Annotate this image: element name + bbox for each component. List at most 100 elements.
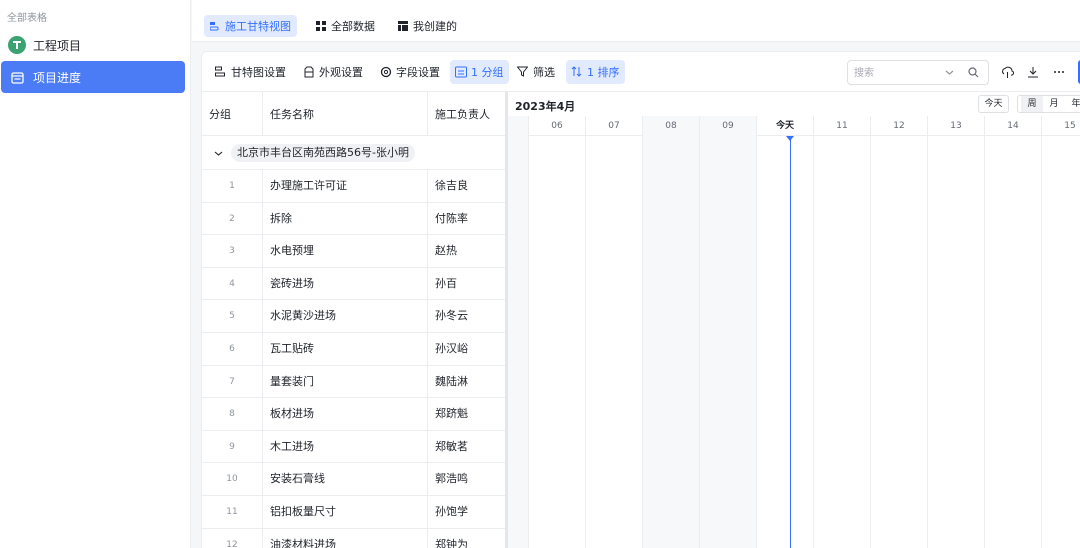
owner-cell[interactable]: 赵热 [427, 235, 505, 268]
search-input[interactable] [854, 65, 944, 81]
owner-cell[interactable]: 徐吉良 [427, 170, 505, 202]
appearance-button[interactable]: 外观设置 [298, 60, 368, 84]
shirt-icon [303, 66, 315, 78]
weekend-shade [508, 116, 528, 548]
row-number: 9 [229, 441, 235, 452]
day-label: 08 [642, 116, 699, 136]
owner-cell[interactable]: 郑敏茗 [427, 430, 505, 463]
unit-month-button[interactable]: 月 [1043, 96, 1065, 112]
task-table: 分组 任务名称 施工负责人 北京市丰台区南苑西路56号-张小明 1 办理施工许可证… [202, 92, 505, 548]
unit-week-button[interactable]: 周 [1021, 96, 1043, 112]
day-label: 06 [528, 116, 585, 136]
row-number: 8 [229, 409, 235, 420]
table-row[interactable]: 12 油漆材料进场 郑钟为 [202, 527, 505, 548]
task-name-cell[interactable]: 水电预埋 [262, 235, 427, 268]
table-row[interactable]: 3 水电预埋 赵热 [202, 234, 505, 268]
group-button[interactable]: 1 分组 [450, 60, 509, 84]
tab-gantt-view[interactable]: 施工甘特视图 [204, 15, 297, 37]
table-row[interactable]: 6 瓦工贴砖 孙汉峪 [202, 332, 505, 365]
task-name-cell[interactable]: 水泥黄沙进场 [262, 300, 427, 333]
chevron-down-icon[interactable] [945, 68, 954, 77]
gantt-settings-button[interactable]: 甘特图设置 [210, 60, 291, 84]
owner-cell[interactable]: 郑跻魁 [427, 398, 505, 431]
field-settings-button[interactable]: 字段设置 [375, 60, 445, 84]
tab-label: 我创建的 [413, 20, 457, 33]
task-name-cell[interactable]: 板材进场 [262, 398, 427, 431]
task-name-cell[interactable]: 量套装门 [262, 365, 427, 398]
day-gridline [813, 136, 814, 548]
table-row[interactable]: 10 安装石膏线 郭浩鸣 [202, 462, 505, 496]
day-gridline [528, 136, 529, 548]
day-label: 12 [870, 116, 927, 136]
row-number: 12 [226, 539, 238, 548]
gantt-chart: 2023年4月 今天 周 月 年 06 07 08 09 今天 11 12 13 14 15 [508, 92, 1080, 548]
owner-cell[interactable]: 孙百 [427, 267, 505, 300]
owner-cell[interactable]: 孙冬云 [427, 300, 505, 333]
row-number: 1 [229, 181, 235, 191]
day-gridline [984, 136, 985, 548]
table-grid-icon [398, 20, 409, 32]
gantt-panel: 甘特图设置 外观设置 字段设置 1 分组 筛选 1 排序 搜索 分组 任务名称 … [201, 51, 1080, 548]
task-name-cell[interactable]: 拆除 [262, 202, 427, 235]
task-name-cell[interactable]: 办理施工许可证 [262, 170, 427, 202]
download-icon[interactable] [1027, 66, 1039, 78]
table-row[interactable]: 9 木工进场 郑敏茗 [202, 429, 505, 463]
task-name-cell[interactable]: 瓷砖进场 [262, 267, 427, 300]
row-number: 3 [229, 246, 235, 257]
owner-cell[interactable]: 郭浩鸣 [427, 463, 505, 496]
sidebar-item-progress[interactable]: 项目进度 [1, 61, 185, 93]
sort-button[interactable]: 1 排序 [566, 60, 625, 84]
group-row[interactable]: 北京市丰台区南苑西路56号-张小明 [202, 136, 505, 169]
more-icon[interactable] [1053, 66, 1065, 78]
tab-my-created[interactable]: 我创建的 [392, 15, 463, 37]
row-number: 10 [226, 474, 238, 485]
task-name-cell[interactable]: 油漆材料进场 [262, 528, 427, 548]
calendar-icon [8, 68, 26, 86]
table-row[interactable]: 11 铝扣板量尺寸 孙饱学 [202, 495, 505, 528]
column-header-task-name[interactable]: 任务名称 [262, 92, 427, 136]
table-row[interactable]: 2 拆除 付陈率 [202, 201, 505, 235]
task-name-cell[interactable]: 木工进场 [262, 430, 427, 463]
table-row[interactable]: 7 量套装门 魏陆淋 [202, 364, 505, 398]
day-label: 11 [813, 116, 870, 136]
today-button[interactable]: 今天 [978, 95, 1009, 113]
search-icon[interactable] [968, 67, 979, 78]
filter-button[interactable]: 筛选 [512, 60, 560, 84]
table-row[interactable]: 8 板材进场 郑跻魁 [202, 397, 505, 431]
time-unit-switch: 周 月 年 [1017, 95, 1080, 113]
table-row[interactable]: 4 瓷砖进场 孙百 [202, 266, 505, 300]
task-name-cell[interactable]: 安装石膏线 [262, 463, 427, 496]
row-number: 11 [226, 507, 238, 517]
table-row[interactable]: 5 水泥黄沙进场 孙冬云 [202, 299, 505, 333]
owner-cell[interactable]: 郑钟为 [427, 528, 505, 548]
gantt-settings-icon [215, 66, 227, 78]
owner-cell[interactable]: 孙饱学 [427, 496, 505, 528]
table-row[interactable]: 1 办理施工许可证 徐吉良 [202, 169, 505, 202]
task-name-cell[interactable]: 铝扣板量尺寸 [262, 496, 427, 528]
owner-cell[interactable]: 魏陆淋 [427, 365, 505, 398]
unit-year-button[interactable]: 年 [1065, 96, 1080, 112]
day-gridline [585, 136, 586, 548]
owner-cell[interactable]: 付陈率 [427, 202, 505, 235]
search-box [847, 60, 989, 85]
owner-cell[interactable]: 孙汉峪 [427, 333, 505, 365]
row-number: 5 [229, 311, 235, 322]
day-gridline [870, 136, 871, 548]
column-header-owner[interactable]: 施工负责人 [427, 92, 505, 136]
column-header-group[interactable]: 分组 [202, 92, 258, 136]
day-label: 13 [927, 116, 984, 136]
chevron-down-icon[interactable] [214, 143, 223, 162]
app-root: 全部表格 工程项目 项目进度 施工甘特视图 全部数据 我创建的 甘特图设置 外观… [0, 0, 1080, 548]
sidebar-item-project[interactable]: 工程项目 [1, 29, 185, 61]
tab-all-data[interactable]: 全部数据 [310, 15, 381, 37]
sidebar: 全部表格 工程项目 项目进度 [0, 0, 191, 548]
toolbar: 甘特图设置 外观设置 字段设置 1 分组 筛选 1 排序 搜索 [202, 52, 1080, 92]
gear-icon [380, 66, 392, 78]
task-name-cell[interactable]: 瓦工贴砖 [262, 333, 427, 365]
table-header: 分组 任务名称 施工负责人 [202, 92, 505, 136]
sidebar-heading: 全部表格 [7, 13, 47, 24]
group-icon [455, 66, 467, 78]
day-label: 07 [585, 116, 642, 136]
upload-icon[interactable] [1001, 66, 1014, 79]
day-gridline [1041, 136, 1042, 548]
